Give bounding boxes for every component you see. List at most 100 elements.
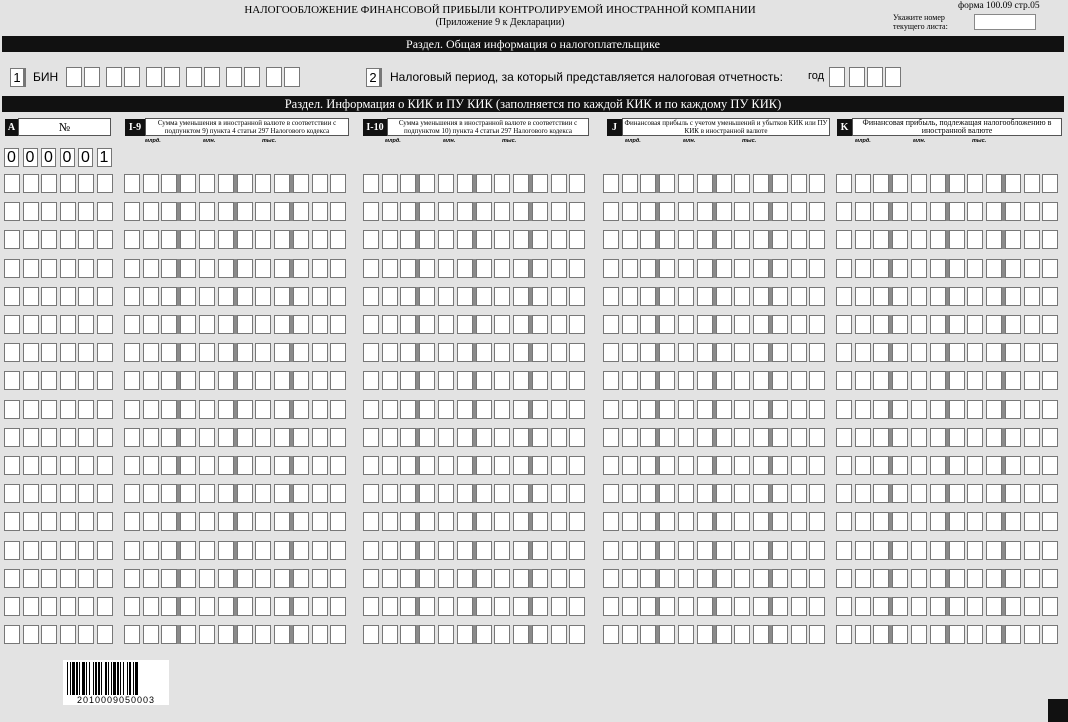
amount-digit-cell[interactable]	[198, 315, 215, 334]
amount-digit-cell[interactable]	[873, 202, 890, 221]
amount-digit-cell[interactable]	[967, 259, 984, 278]
amount-digit-cell[interactable]	[603, 230, 619, 249]
amount-digit-cell[interactable]	[621, 202, 638, 221]
row-number-cell[interactable]	[22, 569, 39, 588]
amount-digit-cell[interactable]	[771, 625, 788, 644]
amount-digit-cell[interactable]	[456, 174, 473, 193]
amount-digit-cell[interactable]	[854, 371, 871, 390]
amount-digit-cell[interactable]	[1023, 371, 1040, 390]
amount-digit-cell[interactable]	[437, 230, 454, 249]
amount-digit-cell[interactable]	[1042, 569, 1059, 588]
amount-digit-cell[interactable]	[696, 230, 713, 249]
amount-digit-cell[interactable]	[836, 541, 852, 560]
amount-digit-cell[interactable]	[363, 315, 379, 334]
amount-digit-cell[interactable]	[809, 456, 826, 475]
amount-digit-cell[interactable]	[531, 287, 548, 306]
amount-digit-cell[interactable]	[273, 174, 290, 193]
amount-digit-cell[interactable]	[273, 428, 290, 447]
amount-digit-cell[interactable]	[640, 512, 657, 531]
amount-digit-cell[interactable]	[948, 174, 965, 193]
amount-digit-cell[interactable]	[1042, 400, 1059, 419]
amount-digit-cell[interactable]	[198, 428, 215, 447]
amount-digit-cell[interactable]	[475, 512, 492, 531]
amount-digit-cell[interactable]	[677, 400, 694, 419]
amount-digit-cell[interactable]	[910, 343, 927, 362]
amount-digit-cell[interactable]	[531, 202, 548, 221]
amount-digit-cell[interactable]	[892, 174, 909, 193]
amount-digit-cell[interactable]	[771, 371, 788, 390]
amount-digit-cell[interactable]	[255, 625, 272, 644]
row-number-cell[interactable]	[4, 287, 20, 306]
amount-digit-cell[interactable]	[236, 625, 253, 644]
bin-digit-cell[interactable]	[226, 67, 242, 87]
amount-digit-cell[interactable]	[255, 512, 272, 531]
amount-digit-cell[interactable]	[873, 315, 890, 334]
amount-digit-cell[interactable]	[910, 202, 927, 221]
row-number-cell[interactable]	[97, 597, 113, 616]
amount-digit-cell[interactable]	[836, 287, 852, 306]
amount-digit-cell[interactable]	[603, 625, 619, 644]
amount-digit-cell[interactable]	[550, 371, 567, 390]
amount-digit-cell[interactable]	[809, 400, 826, 419]
row-number-cell[interactable]	[22, 597, 39, 616]
amount-digit-cell[interactable]	[142, 400, 159, 419]
amount-digit-cell[interactable]	[161, 315, 178, 334]
amount-digit-cell[interactable]	[621, 259, 638, 278]
amount-digit-cell[interactable]	[892, 541, 909, 560]
amount-digit-cell[interactable]	[381, 230, 398, 249]
amount-digit-cell[interactable]	[400, 512, 417, 531]
amount-digit-cell[interactable]	[892, 343, 909, 362]
amount-digit-cell[interactable]	[569, 456, 586, 475]
amount-digit-cell[interactable]	[400, 259, 417, 278]
amount-digit-cell[interactable]	[752, 428, 769, 447]
amount-digit-cell[interactable]	[311, 371, 328, 390]
row-number-cell[interactable]	[22, 174, 39, 193]
amount-digit-cell[interactable]	[603, 597, 619, 616]
amount-digit-cell[interactable]	[603, 371, 619, 390]
amount-digit-cell[interactable]	[124, 174, 140, 193]
amount-digit-cell[interactable]	[752, 259, 769, 278]
amount-digit-cell[interactable]	[161, 512, 178, 531]
amount-digit-cell[interactable]	[255, 456, 272, 475]
amount-digit-cell[interactable]	[734, 315, 751, 334]
amount-digit-cell[interactable]	[292, 625, 309, 644]
amount-digit-cell[interactable]	[273, 202, 290, 221]
amount-digit-cell[interactable]	[180, 400, 197, 419]
amount-digit-cell[interactable]	[836, 230, 852, 249]
amount-digit-cell[interactable]	[142, 428, 159, 447]
amount-digit-cell[interactable]	[400, 315, 417, 334]
amount-digit-cell[interactable]	[311, 343, 328, 362]
bin-digit-cell[interactable]	[266, 67, 282, 87]
amount-digit-cell[interactable]	[475, 484, 492, 503]
amount-digit-cell[interactable]	[400, 428, 417, 447]
amount-digit-cell[interactable]	[255, 202, 272, 221]
row-number-cell[interactable]	[59, 259, 76, 278]
amount-digit-cell[interactable]	[1023, 202, 1040, 221]
amount-digit-cell[interactable]	[854, 259, 871, 278]
amount-digit-cell[interactable]	[512, 202, 529, 221]
amount-digit-cell[interactable]	[1023, 541, 1040, 560]
amount-digit-cell[interactable]	[437, 625, 454, 644]
amount-digit-cell[interactable]	[475, 597, 492, 616]
amount-digit-cell[interactable]	[910, 287, 927, 306]
amount-digit-cell[interactable]	[752, 484, 769, 503]
row-number-cell[interactable]	[4, 541, 20, 560]
amount-digit-cell[interactable]	[381, 512, 398, 531]
amount-digit-cell[interactable]	[771, 597, 788, 616]
amount-digit-cell[interactable]	[659, 174, 676, 193]
amount-digit-cell[interactable]	[180, 597, 197, 616]
amount-digit-cell[interactable]	[873, 230, 890, 249]
row-number-cell[interactable]	[4, 343, 20, 362]
amount-digit-cell[interactable]	[142, 512, 159, 531]
amount-digit-cell[interactable]	[696, 343, 713, 362]
amount-digit-cell[interactable]	[292, 287, 309, 306]
amount-digit-cell[interactable]	[236, 512, 253, 531]
amount-digit-cell[interactable]	[531, 569, 548, 588]
amount-digit-cell[interactable]	[1004, 428, 1021, 447]
amount-digit-cell[interactable]	[569, 287, 586, 306]
amount-digit-cell[interactable]	[854, 597, 871, 616]
amount-digit-cell[interactable]	[273, 597, 290, 616]
amount-digit-cell[interactable]	[494, 625, 511, 644]
amount-digit-cell[interactable]	[273, 569, 290, 588]
amount-digit-cell[interactable]	[854, 343, 871, 362]
